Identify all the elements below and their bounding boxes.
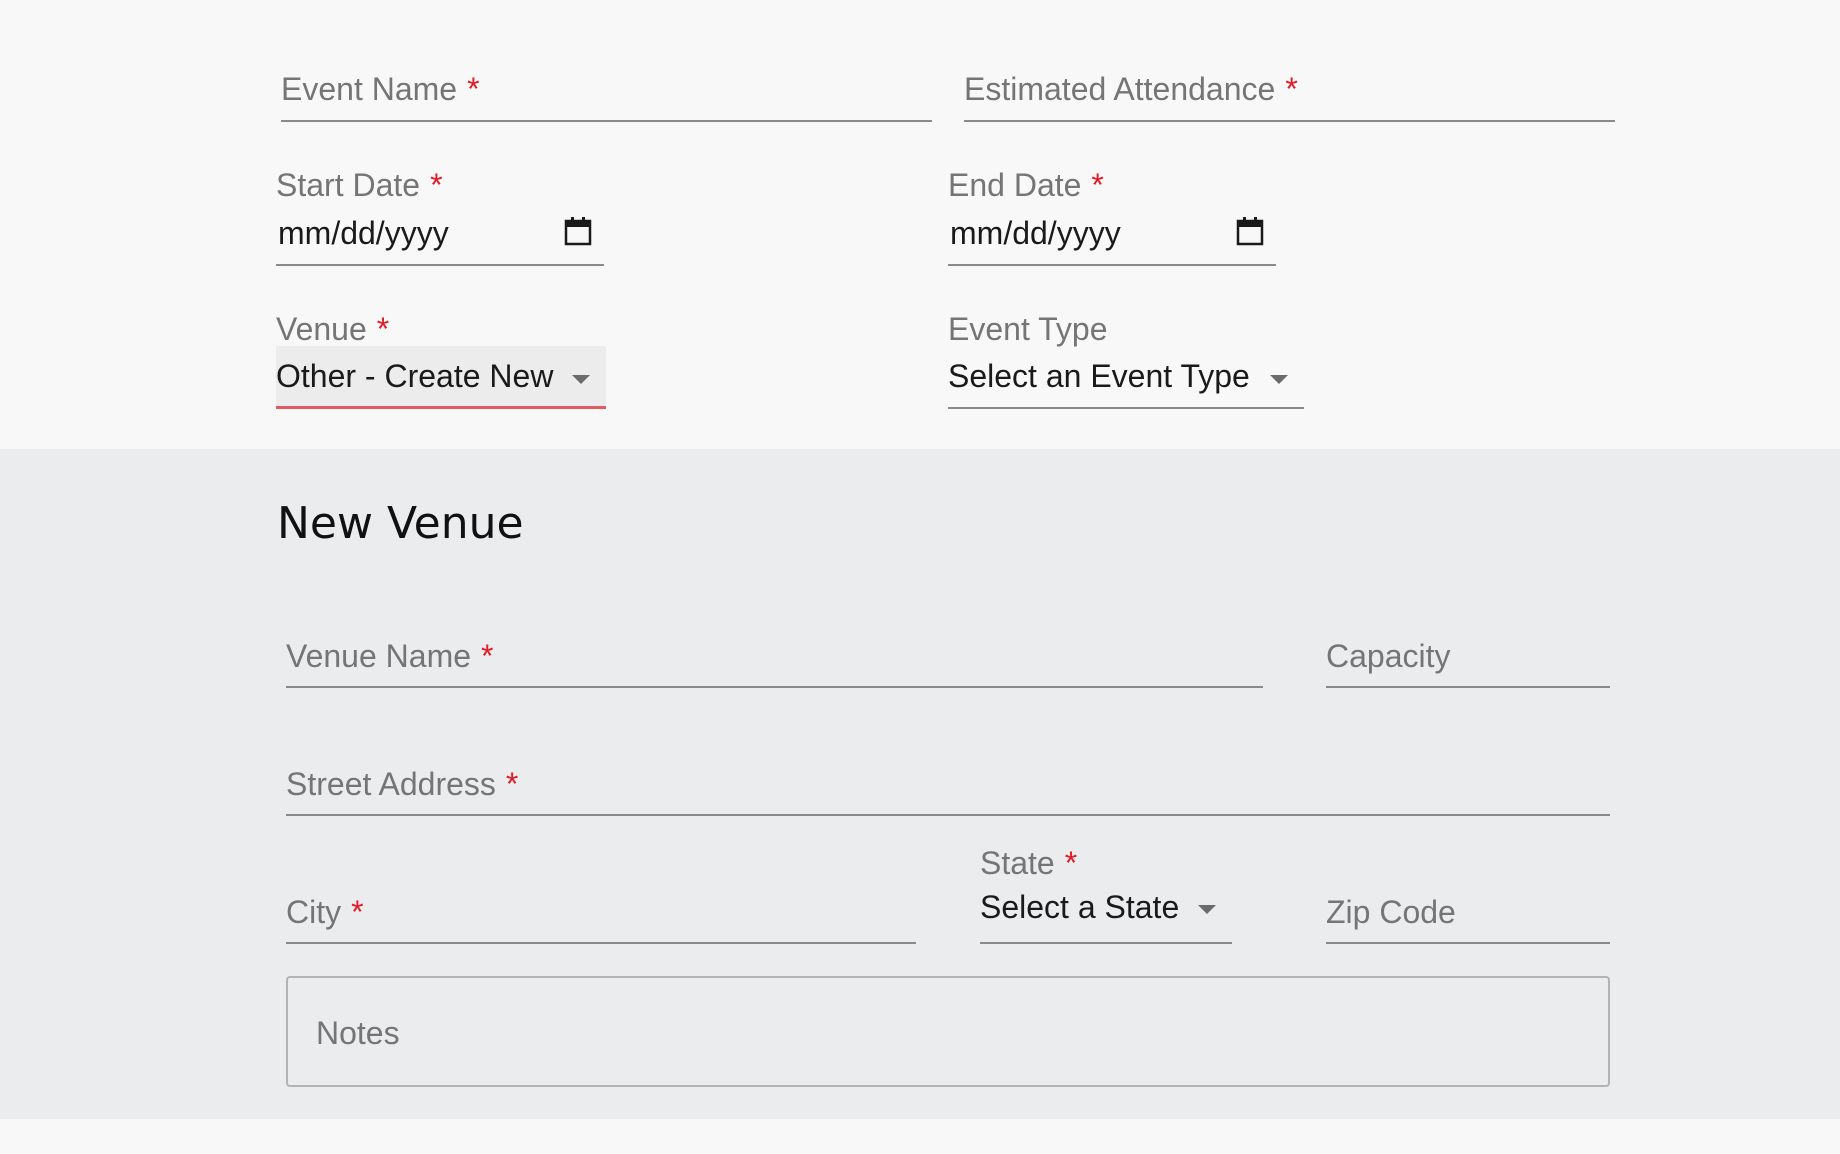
estimated-attendance-field[interactable]: Estimated Attendance * [964,60,1615,122]
required-asterisk: * [376,311,390,347]
capacity-field[interactable]: Capacity [1326,625,1610,688]
required-asterisk: * [505,766,519,802]
city-label: City * [286,894,364,930]
venue-select[interactable]: Other - Create New [276,346,606,409]
required-asterisk: * [481,638,494,674]
page-footer-strip [0,1119,1840,1154]
event-details-section: Event Name * Estimated Attendance * Start … [0,0,1840,449]
start-date-placeholder: mm/dd/yyyy [278,215,449,251]
calendar-icon[interactable] [1236,216,1264,246]
state-selected-value: Select a State [980,889,1180,925]
estimated-attendance-label: Estimated Attendance * [964,71,1298,107]
event-type-select[interactable]: Select an Event Type [948,346,1304,409]
required-asterisk: * [1064,845,1078,881]
chevron-down-icon [572,375,590,384]
end-date-input[interactable]: mm/dd/yyyy [948,208,1276,266]
capacity-label: Capacity [1326,638,1451,674]
start-date-input[interactable]: mm/dd/yyyy [276,208,604,266]
end-date-label: End Date * [948,167,1104,203]
event-type-label: Event Type [948,311,1108,347]
new-venue-section: New Venue Venue Name * Capacity Street Ad… [0,449,1840,1119]
venue-label: Venue * [276,311,390,347]
start-date-label: Start Date * [276,167,443,203]
calendar-icon[interactable] [564,216,592,246]
event-name-label: Event Name * [281,71,480,107]
state-select[interactable]: Select a State [980,883,1232,944]
venue-selected-value: Other - Create New [276,358,554,394]
required-asterisk: * [351,894,364,930]
street-address-field[interactable]: Street Address * [286,753,1610,816]
section-title: New Venue [277,498,524,549]
state-label: State * [980,845,1078,881]
zip-code-field[interactable]: Zip Code [1326,881,1610,944]
zip-code-label: Zip Code [1326,894,1456,930]
chevron-down-icon [1270,375,1288,384]
city-field[interactable]: City * [286,881,916,944]
notes-textarea[interactable]: Notes [286,976,1610,1087]
required-asterisk: * [430,167,443,203]
end-date-placeholder: mm/dd/yyyy [950,215,1121,251]
street-address-label: Street Address * [286,766,519,802]
chevron-down-icon [1198,905,1216,914]
required-asterisk: * [467,71,480,107]
notes-label: Notes [316,1015,400,1051]
required-asterisk: * [1091,167,1104,203]
event-type-selected-value: Select an Event Type [948,358,1250,394]
event-name-field[interactable]: Event Name * [281,60,932,122]
venue-name-label: Venue Name * [286,638,494,674]
venue-name-field[interactable]: Venue Name * [286,625,1263,688]
required-asterisk: * [1285,71,1298,107]
